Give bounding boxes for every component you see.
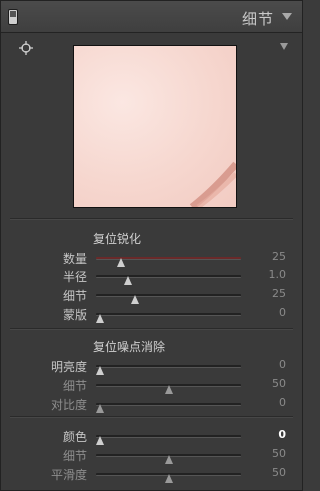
section-divider <box>10 218 293 219</box>
slider-thumb[interactable] <box>96 314 105 323</box>
slider-thumb[interactable] <box>164 455 173 464</box>
slider-label: 对比度 <box>50 398 87 412</box>
slider-thumb[interactable] <box>164 474 173 483</box>
slider-row-color-smoothness[interactable]: 平滑度 50 <box>1 465 302 483</box>
slider-value[interactable]: 0 <box>279 358 286 371</box>
slider-track[interactable] <box>96 365 241 375</box>
slider-row-detail[interactable]: 细节 25 <box>1 286 302 304</box>
slider-track[interactable] <box>96 403 241 413</box>
target-adjustment-icon[interactable] <box>19 41 33 55</box>
section-divider <box>10 416 293 417</box>
slider-row-luminance-detail[interactable]: 细节 50 <box>1 376 302 394</box>
slider-value[interactable]: 0 <box>279 306 286 319</box>
slider-label: 细节 <box>62 449 87 463</box>
preview-toggle-triangle-icon[interactable] <box>280 43 288 50</box>
slider-thumb[interactable] <box>164 385 173 394</box>
slider-track[interactable] <box>96 294 241 304</box>
slider-track[interactable] <box>96 473 241 483</box>
section-divider <box>10 328 293 329</box>
slider-track[interactable] <box>96 313 241 323</box>
slider-thumb[interactable] <box>96 404 105 413</box>
slider-row-color[interactable]: 颜色 0 <box>1 427 302 445</box>
detail-panel: 细节 复位锐化 数量 25 半径 1.0 细节 25 蒙版 0 复位噪点消除 明… <box>0 0 303 491</box>
slider-row-luminance-contrast[interactable]: 对比度 0 <box>1 395 302 413</box>
slider-thumb[interactable] <box>131 295 140 304</box>
slider-row-masking[interactable]: 蒙版 0 <box>1 305 302 323</box>
slider-thumb[interactable] <box>96 436 105 445</box>
slider-value[interactable]: 25 <box>272 250 286 263</box>
panel-title: 细节 <box>241 10 274 28</box>
reset-sharpening-button[interactable]: 复位锐化 <box>93 230 141 247</box>
slider-track[interactable] <box>96 275 241 285</box>
slider-track[interactable] <box>96 454 241 464</box>
slider-value[interactable]: 50 <box>272 447 286 460</box>
slider-value[interactable]: 25 <box>272 287 286 300</box>
slider-label: 细节 <box>62 289 87 303</box>
slider-label: 半径 <box>62 270 87 284</box>
slider-track[interactable] <box>96 435 241 445</box>
slider-label: 蒙版 <box>62 308 87 322</box>
preview-skin-texture <box>189 161 236 207</box>
slider-thumb[interactable] <box>96 366 105 375</box>
slider-label: 明亮度 <box>50 360 87 374</box>
slider-row-radius[interactable]: 半径 1.0 <box>1 267 302 285</box>
panel-header[interactable]: 细节 <box>1 1 302 33</box>
slider-label: 细节 <box>62 379 87 393</box>
slider-value[interactable]: 1.0 <box>269 268 287 281</box>
reset-noise-reduction-button[interactable]: 复位噪点消除 <box>93 338 165 355</box>
slider-thumb[interactable] <box>123 276 132 285</box>
slider-label: 颜色 <box>62 430 87 444</box>
slider-value[interactable]: 0 <box>279 396 286 409</box>
slider-track[interactable] <box>96 257 241 267</box>
panel-toggle-switch[interactable] <box>8 9 18 25</box>
slider-label: 平滑度 <box>50 468 87 482</box>
slider-thumb[interactable] <box>116 258 125 267</box>
collapse-triangle-icon[interactable] <box>282 13 292 20</box>
slider-row-amount[interactable]: 数量 25 <box>1 249 302 267</box>
slider-value[interactable]: 50 <box>272 377 286 390</box>
slider-row-luminance[interactable]: 明亮度 0 <box>1 357 302 375</box>
slider-value[interactable]: 50 <box>272 466 286 479</box>
slider-label: 数量 <box>62 252 87 266</box>
slider-track[interactable] <box>96 384 241 394</box>
slider-value[interactable]: 0 <box>278 428 286 441</box>
slider-row-color-detail[interactable]: 细节 50 <box>1 446 302 464</box>
detail-preview-image[interactable] <box>73 45 237 208</box>
